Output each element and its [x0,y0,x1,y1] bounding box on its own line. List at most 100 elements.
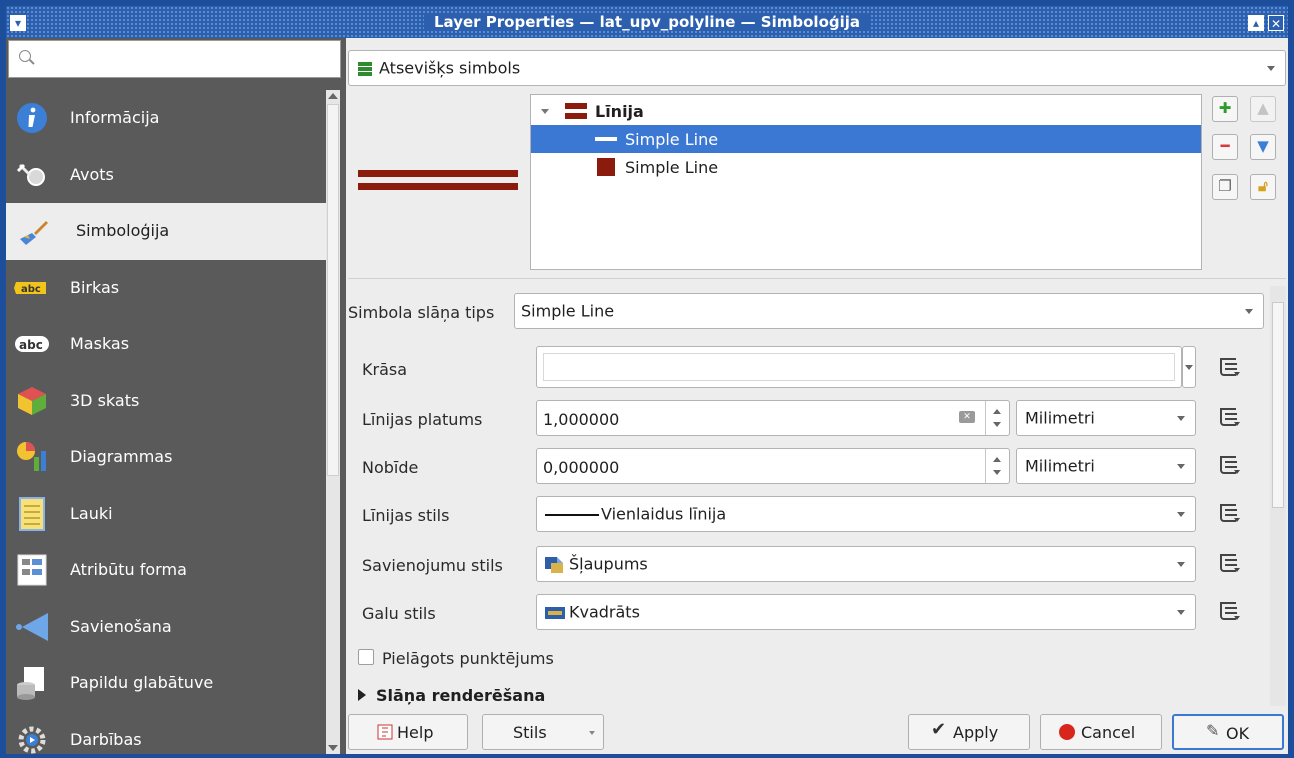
apply-button[interactable]: ✔ Apply [908,714,1030,750]
duplicate-layer-button[interactable]: ❐ [1212,174,1238,200]
title-bar[interactable]: ▾ Layer Properties — lat_upv_polyline — … [6,6,1288,38]
sidebar-item-informacija[interactable]: Informācija [6,90,326,147]
minus-icon: ━ [1220,137,1230,155]
chevron-down-icon [1245,309,1253,314]
tree-layer-label: Simple Line [625,130,719,149]
width-unit-select[interactable]: Milimetri [1016,400,1196,436]
sidebar-item-darbibas[interactable]: Darbības [6,712,326,758]
custom-dash-checkbox[interactable] [358,649,374,665]
scrollbar-thumb[interactable] [327,104,339,476]
layer-properties-window: ▾ Layer Properties — lat_upv_polyline — … [0,0,1294,758]
tree-expand-icon[interactable] [541,109,549,114]
square-cap-icon [545,607,565,619]
sidebar-item-maskas[interactable]: abc Maskas [6,316,326,373]
add-layer-button[interactable]: ✚ [1212,96,1238,122]
line-symbol-icon [565,103,587,119]
chevron-down-icon [1177,416,1185,421]
layer-type-select[interactable]: Simple Line [514,293,1264,329]
sidebar-item-diagrammas[interactable]: Diagrammas [6,429,326,486]
data-defined-override-icon[interactable] [1216,598,1244,626]
offset-value: 0,000000 [543,458,620,477]
chevron-down-icon [1177,512,1185,517]
single-symbol-icon [358,62,372,76]
help-button[interactable]: Help [348,714,468,750]
cap-style-select[interactable]: Kvadrāts [536,594,1196,630]
data-defined-override-icon[interactable] [1216,354,1244,382]
scrollbar-thumb[interactable] [1272,302,1284,508]
ok-button[interactable]: ✎ OK [1172,714,1284,750]
line-style-select[interactable]: Vienlaidus līnija [536,496,1196,532]
width-spinner[interactable] [985,401,1009,435]
window-title: Layer Properties — lat_upv_polyline — Si… [423,13,871,31]
sidebar-item-label: Diagrammas [70,447,173,466]
chevron-down-icon [1267,66,1275,71]
color-menu-button[interactable] [1182,346,1196,388]
auxiliary-storage-icon [17,667,44,700]
help-icon [377,724,393,740]
offset-unit-select[interactable]: Milimetri [1016,448,1196,484]
data-defined-override-icon[interactable] [1216,550,1244,578]
join-style-select[interactable]: Šļaupums [536,546,1196,582]
offset-label: Nobīde [362,458,419,477]
renderer-type-select[interactable]: Atsevišķs simbols [348,50,1286,86]
sidebar-item-label: Maskas [70,334,130,353]
data-defined-override-icon[interactable] [1216,452,1244,480]
sidebar-nav: Informācija Avots Simboloģija abc Birkas… [6,90,326,758]
plus-icon: ✚ [1218,99,1232,117]
search-box[interactable] [8,40,341,78]
solid-line-icon [545,514,599,516]
sidebar-item-papildu-glabatuve[interactable]: Papildu glabātuve [6,655,326,712]
move-up-button[interactable]: ▲ [1250,96,1276,122]
width-unit-value: Milimetri [1025,408,1095,428]
source-icon [16,163,45,186]
color-swatch [543,353,1175,381]
close-icon[interactable]: ✕ [1268,15,1284,31]
tree-root-line[interactable]: Līnija [531,97,1201,125]
layer-type-value: Simple Line [521,301,615,321]
data-defined-override-icon[interactable] [1216,404,1244,432]
width-input[interactable]: 1,000000 ✕ [536,400,1010,436]
sidebar-scrollbar[interactable] [326,90,340,754]
sidebar-item-3d-skats[interactable]: 3D skats [6,373,326,430]
sidebar-item-birkas[interactable]: abc Birkas [6,260,326,317]
cancel-button[interactable]: Cancel [1040,714,1162,750]
line-style-label: Līnijas stils [362,506,450,525]
clear-icon[interactable]: ✕ [959,411,975,423]
symbol-layer-tree[interactable]: Līnija Simple Line Simple Line [530,94,1202,270]
sidebar-item-label: Papildu glabātuve [70,673,214,692]
sidebar-item-savienosana[interactable]: Savienošana [6,599,326,656]
properties-scrollbar[interactable] [1270,286,1286,706]
chevron-down-icon [1177,562,1185,567]
data-defined-override-icon[interactable] [1216,500,1244,528]
scroll-up-icon[interactable] [328,93,338,99]
tree-layer-row[interactable]: Simple Line [531,125,1201,153]
layer-rendering-section[interactable]: Slāņa renderēšana [358,686,545,705]
offset-spinner[interactable] [985,449,1009,483]
expand-arrow-icon [358,689,366,701]
sidebar-item-label: Lauki [70,503,113,523]
sidebar-item-lauki[interactable]: Lauki [6,486,326,543]
lock-icon: 🔓︎ [1258,177,1268,195]
chevron-down-icon [1177,464,1185,469]
scroll-down-icon[interactable] [328,745,338,751]
move-down-button[interactable]: ▼ [1250,134,1276,160]
color-button[interactable] [536,346,1182,388]
renderer-type-value: Atsevišķs simbols [379,58,521,78]
remove-layer-button[interactable]: ━ [1212,134,1238,160]
simple-line-icon [595,137,617,141]
lock-layer-button[interactable]: 🔓︎ [1250,174,1276,200]
tree-layer-row[interactable]: Simple Line [531,153,1201,181]
sidebar-item-simbologija[interactable]: Simboloģija [6,203,326,260]
apply-label: Apply [953,723,999,742]
search-input[interactable] [41,47,331,71]
join-icon [16,612,48,641]
maximize-icon[interactable]: ▴ [1248,15,1264,31]
offset-input[interactable]: 0,000000 [536,448,1010,484]
sidebar-item-label: Atribūtu forma [70,560,187,579]
cancel-label: Cancel [1081,723,1136,742]
sidebar-item-atributu-forma[interactable]: Atribūtu forma [6,542,326,599]
cancel-icon [1059,724,1075,740]
sidebar-item-avots[interactable]: Avots [6,147,326,204]
ok-icon: ✎ [1206,721,1220,740]
style-button[interactable]: Stils [482,714,604,750]
